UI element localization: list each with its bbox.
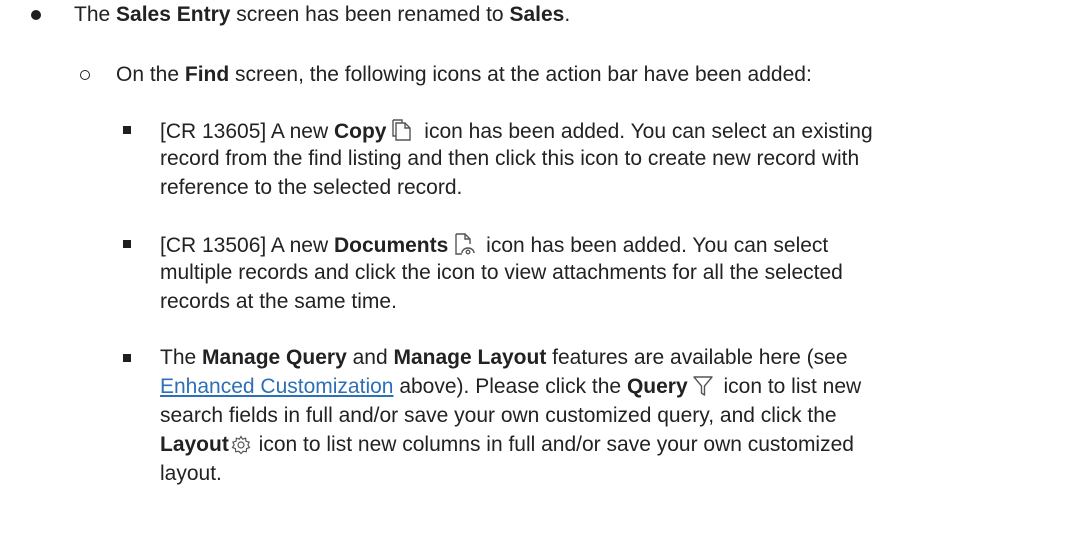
bullet-level1 — [31, 10, 41, 20]
bold-text: Copy — [333, 120, 387, 143]
text: . — [564, 3, 571, 26]
bullet-level2 — [80, 70, 90, 80]
text: and — [346, 346, 394, 369]
paragraph-find-screen: On the Find screen, the following icons … — [116, 63, 812, 87]
manage-item-line1: The Manage Query and Manage Layout featu… — [160, 346, 848, 370]
text: [CR 13506] A new — [160, 234, 334, 257]
manage-item-line3: search fields in full and/or save your o… — [160, 404, 837, 427]
gear-icon — [231, 435, 251, 461]
document-attachment-icon — [453, 232, 476, 262]
text: icon to list new — [717, 375, 862, 398]
text: icon has been added. You can select — [480, 234, 829, 257]
text: screen has been renamed to — [230, 3, 510, 26]
docs-item-line1: [CR 13506] A new Documents icon has been… — [160, 232, 828, 262]
text: The — [74, 3, 117, 26]
bold-text: Query — [626, 375, 688, 398]
text: icon has been added. You can select an e… — [418, 120, 873, 143]
enhanced-customization-link[interactable]: Enhanced Customization — [160, 375, 393, 398]
manage-item-line4: Layout icon to list new columns in full … — [160, 433, 854, 461]
bold-text: Manage Query — [202, 346, 347, 369]
text: features are available here (see — [546, 346, 848, 369]
manage-item-line2: Enhanced Customization above). Please cl… — [160, 375, 861, 403]
manage-item-line5: layout. — [160, 462, 222, 485]
bold-text: Manage Layout — [393, 346, 547, 369]
text: [CR 13605] A new — [160, 120, 334, 143]
bullet-level3 — [123, 126, 131, 134]
bullet-level3 — [123, 240, 131, 248]
text: above). Please click the — [393, 375, 627, 398]
text: screen, the following icons at the actio… — [229, 63, 812, 86]
text: The — [160, 346, 203, 369]
bullet-level3 — [123, 354, 131, 362]
bold-text: Find — [184, 63, 230, 86]
copy-item-line1: [CR 13605] A new Copy icon has been adde… — [160, 118, 873, 148]
bold-text: Sales — [509, 3, 565, 26]
copy-item-line3: reference to the selected record. — [160, 176, 463, 199]
docs-item-line2: multiple records and click the icon to v… — [160, 261, 843, 284]
docs-item-line3: records at the same time. — [160, 290, 397, 313]
text: On the — [116, 63, 185, 86]
copy-icon — [391, 118, 413, 148]
bold-text: Documents — [333, 234, 449, 257]
paragraph-sales-entry: The Sales Entry screen has been renamed … — [74, 3, 570, 27]
copy-item-line2: record from the find listing and then cl… — [160, 147, 860, 170]
filter-icon — [692, 375, 713, 403]
text: icon to list new columns in full and/or … — [252, 433, 854, 456]
bold-text: Layout — [160, 433, 229, 456]
bold-text: Sales Entry — [116, 3, 231, 26]
